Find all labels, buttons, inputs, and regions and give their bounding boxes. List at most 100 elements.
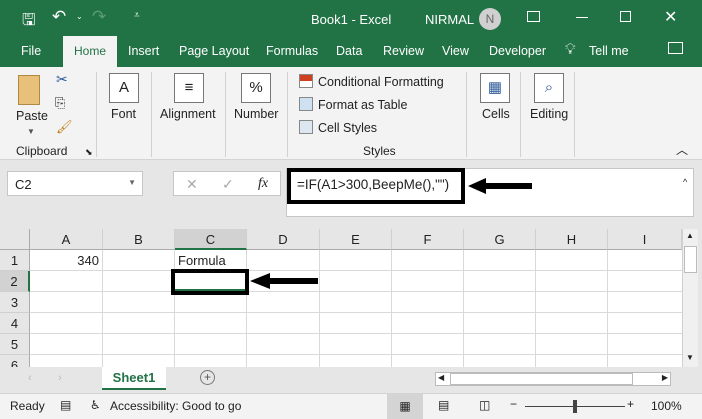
chevron-down-icon: ▼ xyxy=(27,127,35,136)
next-sheet-icon[interactable]: › xyxy=(58,372,62,384)
paste-button[interactable]: Paste xyxy=(16,109,48,123)
column-header[interactable]: G xyxy=(464,229,536,250)
column-header[interactable]: E xyxy=(320,229,392,250)
maximize-icon[interactable] xyxy=(620,11,631,22)
scroll-thumb[interactable] xyxy=(450,373,633,385)
tab-developer[interactable]: Developer xyxy=(489,44,546,58)
worksheet-grid[interactable]: A B C D E F G H I 1 2 3 4 5 6 340 Formul… xyxy=(0,229,682,367)
search-icon[interactable]: ⌕ xyxy=(534,73,564,103)
annotation-arrow-icon xyxy=(250,273,318,289)
font-icon[interactable]: A xyxy=(109,73,139,103)
tab-insert[interactable]: Insert xyxy=(128,44,159,58)
cut-icon[interactable]: ✂ xyxy=(56,71,68,88)
row-header[interactable]: 6 xyxy=(0,355,30,367)
formula-text: =IF(A1>300,BeepMe(),"") xyxy=(287,168,465,204)
undo-dropdown-icon[interactable]: ⌄ xyxy=(76,12,83,21)
vertical-scrollbar[interactable]: ▲ ▼ xyxy=(682,229,698,367)
alignment-button[interactable]: Alignment xyxy=(160,107,216,121)
row-header[interactable]: 2 xyxy=(0,271,30,292)
accessibility-status[interactable]: Accessibility: Good to go xyxy=(110,399,241,413)
name-box-value: C2 xyxy=(15,177,32,192)
tab-data[interactable]: Data xyxy=(336,44,362,58)
cell-c2-selected[interactable] xyxy=(171,269,249,295)
ribbon: Paste ▼ ✂ ⎘ 🖌︎ Clipboard ⬊ A Font ≡ Alig… xyxy=(0,67,702,160)
document-title: Book1 - Excel xyxy=(311,12,392,27)
cell-styles-button[interactable]: Cell Styles xyxy=(318,121,377,135)
cells-icon[interactable]: ▦ xyxy=(480,73,510,103)
cell-a1[interactable]: 340 xyxy=(30,253,99,268)
zoom-slider-thumb[interactable] xyxy=(573,400,577,413)
ribbon-display-options-icon[interactable] xyxy=(527,11,540,22)
tab-home[interactable]: Home xyxy=(63,36,117,67)
insert-function-icon[interactable]: fx xyxy=(258,176,268,192)
row-header[interactable]: 1 xyxy=(0,250,30,271)
scroll-down-icon[interactable]: ▼ xyxy=(686,353,694,362)
tab-file[interactable]: File xyxy=(21,44,41,58)
undo-icon[interactable]: ↶ xyxy=(52,7,66,27)
column-header[interactable]: B xyxy=(103,229,175,250)
styles-group-label: Styles xyxy=(363,144,396,158)
status-ready: Ready xyxy=(10,399,45,413)
number-button[interactable]: Number xyxy=(234,107,278,121)
name-box[interactable]: C2 ▼ xyxy=(7,171,143,196)
page-layout-view-icon[interactable]: ▤ xyxy=(438,398,449,412)
column-header[interactable]: A xyxy=(30,229,103,250)
close-icon[interactable]: ✕ xyxy=(664,7,677,27)
cells-button[interactable]: Cells xyxy=(482,107,510,121)
row-header[interactable]: 3 xyxy=(0,292,30,313)
editing-button[interactable]: Editing xyxy=(530,107,568,121)
avatar[interactable]: N xyxy=(479,8,501,30)
cancel-icon[interactable]: ✕ xyxy=(186,176,198,193)
row-header[interactable]: 4 xyxy=(0,313,30,334)
accessibility-icon[interactable]: ♿︎ xyxy=(90,398,101,412)
column-header[interactable]: C xyxy=(175,229,247,250)
customize-toolbar-icon[interactable]: ⩡ xyxy=(134,10,140,21)
conditional-formatting-icon xyxy=(299,74,313,88)
tell-me-search[interactable]: Tell me xyxy=(589,44,629,58)
scroll-left-icon[interactable]: ◀ xyxy=(438,373,444,382)
zoom-level[interactable]: 100% xyxy=(651,399,682,413)
chevron-down-icon[interactable]: ▼ xyxy=(128,178,136,187)
minimize-icon[interactable] xyxy=(576,17,588,18)
enter-icon[interactable]: ✓ xyxy=(222,176,234,193)
tab-formulas[interactable]: Formulas xyxy=(266,44,318,58)
select-all-button[interactable] xyxy=(0,229,30,250)
number-icon[interactable]: % xyxy=(241,73,271,103)
alignment-icon[interactable]: ≡ xyxy=(174,73,204,103)
row-header[interactable]: 5 xyxy=(0,334,30,355)
zoom-in-icon[interactable]: + xyxy=(627,397,634,411)
column-header[interactable]: D xyxy=(247,229,320,250)
format-as-table-button[interactable]: Format as Table xyxy=(318,98,407,112)
format-as-table-icon xyxy=(299,97,313,111)
dialog-launcher-icon[interactable]: ⬊ xyxy=(85,147,93,158)
horizontal-scrollbar[interactable]: ◀ ▶ xyxy=(435,372,671,386)
tab-view[interactable]: View xyxy=(442,44,469,58)
page-break-view-icon[interactable]: ◫ xyxy=(479,398,490,412)
column-header[interactable]: H xyxy=(536,229,608,250)
add-sheet-icon[interactable]: + xyxy=(200,370,215,385)
scroll-thumb[interactable] xyxy=(684,246,697,273)
normal-view-icon[interactable]: ▦ xyxy=(387,394,423,419)
font-button[interactable]: Font xyxy=(111,107,136,121)
title-bar: 🖫 ↶ ⌄ ↷ ⩡ Book1 - Excel NIRMAL N ✕ xyxy=(0,0,702,36)
save-icon[interactable]: 🖫 xyxy=(22,9,36,36)
zoom-out-icon[interactable]: − xyxy=(510,397,517,411)
sheet-tab-sheet1[interactable]: Sheet1 xyxy=(102,367,166,390)
format-painter-icon[interactable]: 🖌︎ xyxy=(56,119,73,135)
scroll-up-icon[interactable]: ▲ xyxy=(686,231,694,240)
user-name[interactable]: NIRMAL xyxy=(425,12,474,27)
conditional-formatting-button[interactable]: Conditional Formatting xyxy=(318,75,444,89)
collapse-formula-bar-icon[interactable]: ^ xyxy=(683,177,687,187)
macro-record-icon[interactable]: ▤ xyxy=(60,398,71,412)
scroll-right-icon[interactable]: ▶ xyxy=(662,373,668,382)
cell-c1[interactable]: Formula xyxy=(178,253,226,268)
copy-icon[interactable]: ⎘ xyxy=(55,95,65,111)
prev-sheet-icon[interactable]: ‹ xyxy=(28,372,32,384)
column-header[interactable]: F xyxy=(392,229,464,250)
collapse-ribbon-icon[interactable]: ︿ xyxy=(676,141,688,158)
paste-icon[interactable] xyxy=(18,75,40,105)
comments-icon[interactable] xyxy=(668,42,683,54)
column-header[interactable]: I xyxy=(608,229,682,250)
tab-review[interactable]: Review xyxy=(383,44,424,58)
tab-page-layout[interactable]: Page Layout xyxy=(179,44,249,58)
